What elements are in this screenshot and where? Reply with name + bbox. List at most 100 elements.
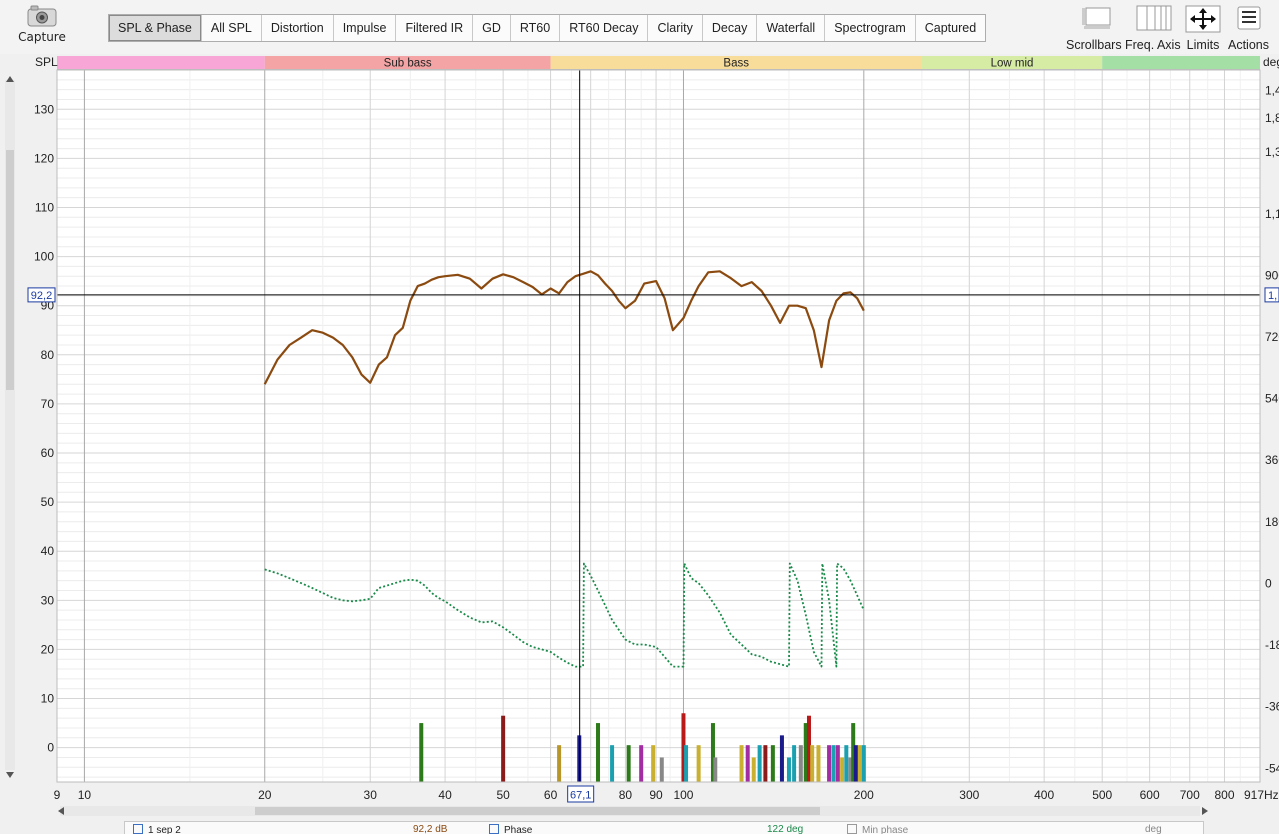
y-tick-label: 100 [34,250,54,264]
x-tick-label: 500 [1092,788,1112,802]
x-tick-label: 10 [78,788,92,802]
band-label: Low mid [991,58,1034,70]
tab-spl-phase[interactable]: SPL & Phase [109,15,202,41]
freq-axis-button[interactable]: Freq. Axis [1125,4,1181,52]
peak-bar [798,745,803,782]
peak-bar [651,745,656,782]
x-tick-label: 600 [1140,788,1160,802]
peak-bar [557,745,562,782]
spl-phase-chart[interactable]: Sub bass Bass Low mid010203040506070809010… [0,54,1279,820]
tab-filtered-ir[interactable]: Filtered IR [396,15,474,41]
tab-clarity[interactable]: Clarity [648,15,703,41]
phase-entry[interactable]: Phase [489,824,532,834]
band-label: Sub bass [384,58,432,70]
vertical-scrollbar-thumb [6,150,14,390]
y-tick-label: 60 [41,446,55,460]
y-tick-label: 10 [41,692,55,706]
measurement-entry[interactable]: 1 sep 2 [133,824,181,834]
x-tick-label: 9 [54,788,61,802]
x-tick-label: 20 [258,788,272,802]
peak-bar [639,745,644,782]
cursor-y-label: 92,2 [31,290,52,302]
peak-bar [861,745,866,782]
scrollbars-icon [1081,7,1111,29]
spl-readout: 92,2 dB [413,824,448,834]
y-tick-label: 40 [41,544,55,558]
peak-bar [659,757,664,782]
measurement-checkbox[interactable] [133,824,143,834]
capture-label: Capture [18,30,66,44]
minphase-readout: deg [1145,824,1162,834]
peak-bar [857,745,862,782]
y2-tick-label: 1,3 [1265,145,1279,159]
peak-bar [827,745,832,782]
tab-rt60[interactable]: RT60 [511,15,561,41]
capture-button[interactable]: Capture [14,4,70,50]
peak-bar [831,745,836,782]
y2-tick-label: 540 [1265,392,1279,406]
toolbar: Capture SPL & Phase All SPL Distortion Impu… [0,0,1279,54]
peak-bar [684,745,689,782]
band-0 [57,56,265,69]
x-tick-label: 917 [1244,788,1264,802]
actions-label: Actions [1228,38,1269,52]
x-tick-label: 40 [438,788,452,802]
peak-bar [596,723,601,782]
cursor-x-label: 67,1 [570,790,591,802]
limits-button[interactable]: Limits [1184,4,1222,52]
x-tick-label: 300 [959,788,979,802]
horizontal-scrollbar-thumb [255,807,820,815]
y2-tick-label: 0 [1265,576,1272,590]
peak-bar [713,757,718,782]
x-tick-label: 200 [854,788,874,802]
minphase-checkbox[interactable] [847,824,857,834]
status-bar: 1 sep 2 92,2 dB Phase 122 deg Min phase … [124,821,1204,834]
y-tick-label: 20 [41,642,55,656]
peak-bar [745,745,750,782]
x-tick-label: 400 [1034,788,1054,802]
plot-area [57,70,1260,782]
actions-list-icon [1237,6,1260,30]
x-tick-label: 90 [649,788,663,802]
y-tick-label: 0 [47,741,54,755]
band-label: Bass [723,58,749,70]
peak-bar [763,745,768,782]
actions-button[interactable]: Actions [1228,4,1269,52]
tab-waterfall[interactable]: Waterfall [757,15,826,41]
peak-bar [626,745,631,782]
peak-bar [757,745,762,782]
phase-checkbox[interactable] [489,824,499,834]
peak-bar [816,745,821,782]
y-axis-title: SPL [35,55,58,69]
x-tick-label: 60 [544,788,558,802]
tab-gd[interactable]: GD [473,15,511,41]
tab-spectrogram[interactable]: Spectrogram [825,15,916,41]
tab-impulse[interactable]: Impulse [334,15,397,41]
x-tick-label: 800 [1214,788,1234,802]
peak-bar [840,757,845,782]
y2-tick-label: 1,8 [1265,111,1279,125]
y2-tick-label: 900 [1265,268,1279,282]
tab-captured[interactable]: Captured [916,15,985,41]
y-tick-label: 50 [41,495,55,509]
minphase-entry[interactable]: Min phase [847,824,908,834]
phase-label: Phase [504,825,533,834]
freq-axis-label: Freq. Axis [1125,38,1181,52]
peak-bar [501,715,506,782]
phase-readout: 122 deg [767,824,804,834]
y2-tick-label: -54 [1265,761,1279,775]
peak-bar [696,745,701,782]
y2-tick-label: -36 [1265,700,1279,714]
graph-tabs: SPL & Phase All SPL Distortion Impulse Filte… [108,14,987,42]
tab-distortion[interactable]: Distortion [262,15,334,41]
tab-decay[interactable]: Decay [703,15,758,41]
tab-all-spl[interactable]: All SPL [202,15,262,41]
minphase-label: Min phase [862,825,909,834]
peak-bar [853,745,858,782]
scrollbars-button[interactable]: Scrollbars [1066,4,1122,52]
y2-tick-label: 360 [1265,453,1279,467]
peak-bar [792,745,797,782]
tab-rt60-decay[interactable]: RT60 Decay [560,15,649,41]
peak-bar [419,723,424,782]
limits-label: Limits [1186,38,1220,52]
